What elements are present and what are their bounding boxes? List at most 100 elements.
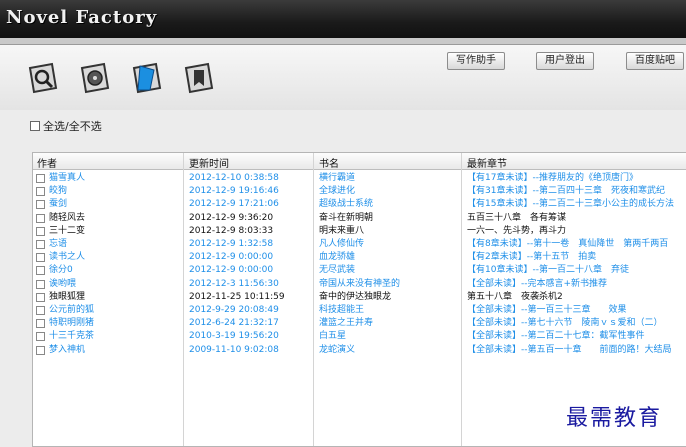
update-time-cell: 2010-3-19 19:56:20 <box>189 331 279 342</box>
table-row[interactable]: 徐分0 2012-12-9 0:00:00 无尽武装 【有10章未读】--第一百二十八… <box>33 264 686 277</box>
table-row[interactable]: 猫雪真人 2012-12-10 0:38:58 横行霸道 【有17章未读】--推荐朋友… <box>33 172 686 185</box>
update-time-cell: 2012-6-24 21:32:17 <box>189 318 279 329</box>
table-row[interactable]: 特职明刚猪 2012-6-24 21:32:17 灌篮之王并寿 【全部未读】--第七十… <box>33 317 686 330</box>
row-checkbox[interactable] <box>36 187 45 197</box>
col-latest-chapter[interactable]: 最新章节 <box>467 155 507 170</box>
row-checkbox[interactable] <box>36 200 45 210</box>
book-title-cell[interactable]: 横行霸道 <box>319 172 459 185</box>
latest-chapter-cell[interactable]: 【有8章未读】--第十一卷 真仙降世 第两千两百 <box>467 238 686 251</box>
row-checkbox[interactable] <box>36 319 45 329</box>
row-checkbox[interactable] <box>36 279 45 289</box>
author-cell: 皎狗 <box>49 186 68 197</box>
update-time-cell: 2012-12-9 0:00:00 <box>189 265 274 276</box>
title-bar: Novel Factory <box>0 0 686 38</box>
row-checkbox[interactable] <box>36 240 45 249</box>
table-row[interactable]: 随轻风去 2012-12-9 9:36:20 奋斗在新明朝 五百三十八章 各有筹谋 <box>33 212 686 225</box>
blue-flag-icon[interactable] <box>130 60 164 94</box>
row-checkbox[interactable] <box>36 292 45 302</box>
table-row[interactable]: 梦入神机 2009-11-10 9:02:08 龙蛇演义 【全部未读】--第五百一十章… <box>33 344 686 357</box>
app-title: Novel Factory <box>6 7 158 28</box>
update-time-cell: 2012-12-9 1:32:58 <box>189 239 274 249</box>
author-cell: 随轻风去 <box>49 212 86 223</box>
magnifier-icon[interactable] <box>26 60 60 94</box>
row-checkbox[interactable] <box>36 253 45 263</box>
book-title-cell[interactable]: 奋中的伊达独眼龙 <box>319 291 459 304</box>
select-all-label: 全选/全不选 <box>43 120 102 133</box>
table-row[interactable]: 独眼狐狸 2012-11-25 10:11:59 奋中的伊达独眼龙 第五十八章 夜袭杀… <box>33 291 686 304</box>
table-row[interactable]: 蚕剑 2012-12-9 17:21:06 超级战士系统 【有15章未读】--第二百二… <box>33 198 686 211</box>
watermark-text: 最需教育 <box>566 406 663 431</box>
latest-chapter-cell[interactable]: 【有31章未读】--第二百四十三章 死夜和寒武纪 <box>467 185 686 198</box>
col-update-time[interactable]: 更新时间 <box>189 155 229 170</box>
row-checkbox[interactable] <box>36 266 45 276</box>
author-cell: 梦入神机 <box>49 344 86 355</box>
book-title-cell[interactable]: 血龙骄雄 <box>319 251 459 264</box>
latest-chapter-cell[interactable]: 一六一、先斗势，再斗力 <box>467 225 686 238</box>
book-title-cell[interactable]: 凡人修仙传 <box>319 238 459 251</box>
book-title-cell[interactable]: 帝国从来没有神圣的 <box>319 278 459 291</box>
writing-assistant-button[interactable]: 写作助手 <box>447 52 505 70</box>
row-checkbox[interactable] <box>36 174 45 183</box>
update-time-cell: 2012-12-9 8:03:33 <box>189 225 274 236</box>
latest-chapter-cell[interactable]: 【全部未读】--第一百三十三章 效果 <box>467 304 686 317</box>
row-checkbox[interactable] <box>36 226 45 236</box>
update-time-cell: 2012-12-9 19:16:46 <box>189 186 279 197</box>
book-title-cell[interactable]: 科技超能王 <box>319 304 459 317</box>
update-time-cell: 2012-12-9 17:21:06 <box>189 199 279 210</box>
latest-chapter-cell[interactable]: 【全部未读】--第七十六节 陵南ｖｓ爱和（二） <box>467 317 686 330</box>
book-title-cell[interactable]: 全球进化 <box>319 185 459 198</box>
bookmark-arrow-icon[interactable] <box>182 60 216 94</box>
latest-chapter-cell[interactable]: 【有17章未读】--推荐朋友的《绝顶唐门》 <box>467 172 686 185</box>
table-header: 作者 更新时间 书名 最新章节 <box>33 153 686 170</box>
select-all-checkbox[interactable] <box>30 121 40 131</box>
update-time-cell: 2012-11-25 10:11:59 <box>189 291 285 302</box>
book-title-cell[interactable]: 奋斗在新明朝 <box>319 212 459 225</box>
table-row[interactable]: 读书之人 2012-12-9 0:00:00 血龙骄雄 【有2章未读】--第十五节 拍… <box>33 251 686 264</box>
select-all-toggle[interactable]: 全选/全不选 <box>30 118 102 134</box>
author-cell: 十三千克茶 <box>49 331 95 342</box>
film-reel-icon[interactable] <box>78 60 112 94</box>
menu-strip <box>0 38 686 45</box>
col-author[interactable]: 作者 <box>37 155 57 170</box>
latest-chapter-cell[interactable]: 【有2章未读】--第十五节 拍卖 <box>467 251 686 264</box>
table-row[interactable]: 忘语 2012-12-9 1:32:58 凡人修仙传 【有8章未读】--第十一卷 真仙… <box>33 238 686 251</box>
update-time-cell: 2012-12-9 9:36:20 <box>189 212 274 223</box>
latest-chapter-cell[interactable]: 【全部未读】--第五百一十章 前面的路！大结局 <box>467 344 686 357</box>
book-title-cell[interactable]: 超级战士系统 <box>319 198 459 211</box>
book-title-cell[interactable]: 龙蛇演义 <box>319 344 459 357</box>
table-row[interactable]: 公元前的狐 2012-9-29 20:08:49 科技超能王 【全部未读】--第一百三… <box>33 304 686 317</box>
latest-chapter-cell[interactable]: 五百三十八章 各有筹谋 <box>467 212 686 225</box>
book-title-cell[interactable]: 无尽武装 <box>319 264 459 277</box>
latest-chapter-cell[interactable]: 第五十八章 夜袭杀机2 <box>467 291 686 304</box>
latest-chapter-cell[interactable]: 【有10章未读】--第一百二十八章 弃徒 <box>467 264 686 277</box>
row-checkbox[interactable] <box>36 345 45 355</box>
author-cell: 独眼狐狸 <box>49 291 86 302</box>
table-row[interactable]: 皎狗 2012-12-9 19:16:46 全球进化 【有31章未读】--第二百四十三… <box>33 185 686 198</box>
author-cell: 公元前的狐 <box>49 305 95 315</box>
row-checkbox[interactable] <box>36 213 45 223</box>
row-checkbox[interactable] <box>36 332 45 342</box>
author-cell: 蚕剑 <box>49 199 68 210</box>
table-row[interactable]: 诶哟喂 2012-12-3 11:56:30 帝国从来没有神圣的 【全部未读】--完本… <box>33 278 686 291</box>
author-cell: 诶哟喂 <box>49 278 77 289</box>
update-time-cell: 2012-12-9 0:00:00 <box>189 252 274 263</box>
book-title-cell[interactable]: 灌篮之王并寿 <box>319 317 459 330</box>
col-book-title[interactable]: 书名 <box>319 155 339 170</box>
author-cell: 忘语 <box>49 239 68 249</box>
table-row[interactable]: 三十二变 2012-12-9 8:03:33 明末来重八 一六一、先斗势，再斗力 <box>33 225 686 238</box>
baidu-tieba-button[interactable]: 百度贴吧 <box>626 52 684 70</box>
book-title-cell[interactable]: 白五星 <box>319 330 459 343</box>
latest-chapter-cell[interactable]: 【有15章未读】--第二百二十三章小公主的成长方法 <box>467 198 686 211</box>
update-time-cell: 2012-9-29 20:08:49 <box>189 305 279 315</box>
book-title-cell[interactable]: 明末来重八 <box>319 225 459 238</box>
table-row[interactable]: 十三千克茶 2010-3-19 19:56:20 白五星 【全部未读】--第二百二十七… <box>33 330 686 343</box>
author-cell: 特职明刚猪 <box>49 318 95 329</box>
update-time-cell: 2012-12-3 11:56:30 <box>189 278 279 289</box>
row-checkbox[interactable] <box>36 306 45 315</box>
update-time-cell: 2012-12-10 0:38:58 <box>189 173 279 183</box>
author-cell: 猫雪真人 <box>49 173 86 183</box>
latest-chapter-cell[interactable]: 【全部未读】--第二百二十七章：截军性事件 <box>467 330 686 343</box>
update-time-cell: 2009-11-10 9:02:08 <box>189 344 279 355</box>
logout-button[interactable]: 用户登出 <box>536 52 594 70</box>
latest-chapter-cell[interactable]: 【全部未读】--完本感言+新书推荐 <box>467 278 686 291</box>
